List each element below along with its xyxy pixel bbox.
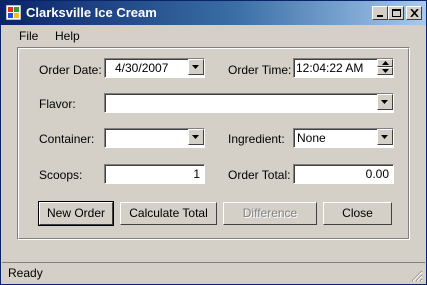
order-time-picker[interactable]: 12:04:22 AM [293,58,394,78]
flavor-combobox[interactable] [104,93,394,113]
app-icon [6,5,21,20]
menu-file[interactable]: File [19,29,38,43]
ingredient-combobox[interactable]: None [293,128,394,148]
order-date-picker[interactable]: 4/30/2007 [104,58,205,78]
menu-help[interactable]: Help [55,29,80,43]
ingredient-label: Ingredient: [228,132,285,146]
window-title: Clarksville Ice Cream [26,5,157,20]
flavor-dropdown-button[interactable] [377,94,393,110]
scoops-field[interactable]: 1 [104,164,205,184]
maximize-icon [392,9,401,17]
status-text: Ready [8,266,43,280]
resize-grip-icon[interactable] [411,270,423,282]
flavor-label: Flavor: [39,97,76,111]
minimize-button[interactable] [372,6,388,20]
calculate-total-button[interactable]: Calculate Total [120,202,217,225]
menu-bar: File Help [2,26,425,46]
order-date-dropdown-button[interactable] [188,59,204,75]
scoops-value: 1 [193,167,200,181]
order-time-label: Order Time: [228,63,292,77]
spin-down-button[interactable] [377,67,393,75]
title-bar[interactable]: Clarksville Ice Cream [1,1,426,25]
main-window: Clarksville Ice Cream File Help Order Da… [0,0,427,285]
maximize-button[interactable] [388,6,404,20]
close-button[interactable]: Close [323,202,392,225]
difference-button[interactable]: Difference [223,202,317,225]
order-date-label: Order Date: [39,63,102,77]
chevron-down-icon [192,65,199,69]
chevron-down-icon [192,135,199,139]
order-date-value: 4/30/2007 [115,61,169,75]
spin-up-button[interactable] [377,59,393,67]
container-combobox[interactable] [104,128,205,148]
scoops-label: Scoops: [39,168,83,182]
close-window-button[interactable] [406,6,422,20]
order-time-value: 12:04:22 AM [296,61,364,75]
arrow-down-icon [382,69,389,73]
container-label: Container: [39,132,95,146]
close-icon [410,9,419,17]
new-order-button[interactable]: New Order [38,201,114,226]
ingredient-dropdown-button[interactable] [377,129,393,145]
container-dropdown-button[interactable] [188,129,204,145]
order-total-value: 0.00 [365,167,389,181]
chevron-down-icon [381,135,388,139]
chevron-down-icon [381,100,388,104]
arrow-up-icon [382,61,389,65]
order-total-field[interactable]: 0.00 [293,164,394,184]
status-bar: Ready [2,262,425,284]
order-total-label: Order Total: [228,168,291,182]
minimize-icon [377,15,383,17]
ingredient-value: None [297,131,326,145]
order-time-spinner[interactable] [377,59,393,75]
